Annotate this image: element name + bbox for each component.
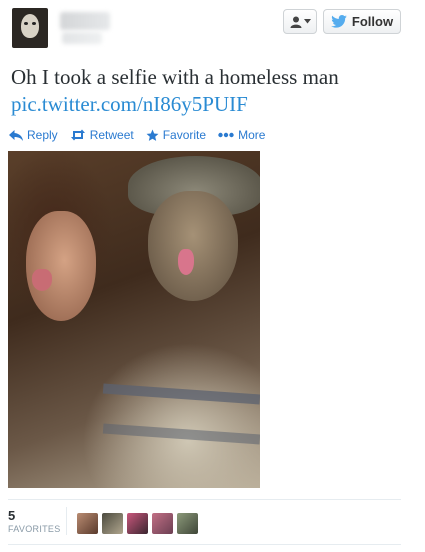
reply-icon: [9, 129, 23, 141]
retweet-label: Retweet: [89, 128, 134, 142]
author-name-redacted: [60, 12, 110, 30]
photo-jacket-stripe: [102, 423, 260, 445]
twitter-bird-icon: [331, 15, 347, 28]
favoriter-avatar[interactable]: [102, 513, 123, 534]
more-label: More: [238, 128, 266, 142]
retweet-icon: [70, 129, 85, 141]
user-actions-dropdown[interactable]: [283, 9, 317, 34]
tweet-actions: Reply Retweet Favorite More: [9, 127, 277, 143]
photo-jacket-stripe: [102, 383, 260, 405]
divider: [8, 544, 401, 545]
favoriters-list: [77, 513, 198, 534]
author-handle-redacted: [62, 32, 102, 44]
favorites-label: FAVORITES: [8, 524, 61, 534]
favoriter-avatar[interactable]: [77, 513, 98, 534]
photo-tongue-left: [32, 269, 52, 291]
author-avatar[interactable]: [12, 8, 48, 48]
stats-separator: [66, 507, 67, 535]
more-dots-icon: [218, 132, 234, 138]
star-icon: [146, 129, 159, 141]
mask-face-icon: [21, 14, 39, 38]
user-icon: [290, 16, 301, 28]
photo-woman-face: [26, 211, 96, 321]
favoriter-avatar[interactable]: [127, 513, 148, 534]
follow-label: Follow: [351, 14, 394, 29]
caret-down-icon: [303, 19, 311, 24]
tweet-text: Oh I took a selfie with a homeless man: [11, 65, 339, 89]
favorite-button[interactable]: Favorite: [146, 128, 206, 142]
photo-tongue-right: [178, 249, 194, 275]
tweet-photo[interactable]: [8, 151, 260, 488]
favoriter-avatar[interactable]: [152, 513, 173, 534]
divider: [8, 499, 401, 500]
photo-man-face: [148, 191, 238, 301]
retweet-button[interactable]: Retweet: [70, 128, 134, 142]
reply-label: Reply: [27, 128, 58, 142]
favorite-label: Favorite: [162, 128, 207, 142]
reply-button[interactable]: Reply: [9, 128, 58, 142]
tweet-media-link[interactable]: pic.twitter.com/nI86y5PUIF: [11, 91, 248, 118]
follow-button[interactable]: Follow: [323, 9, 401, 34]
favorites-count[interactable]: 5: [8, 508, 15, 523]
more-button[interactable]: More: [218, 128, 265, 142]
favoriter-avatar[interactable]: [177, 513, 198, 534]
